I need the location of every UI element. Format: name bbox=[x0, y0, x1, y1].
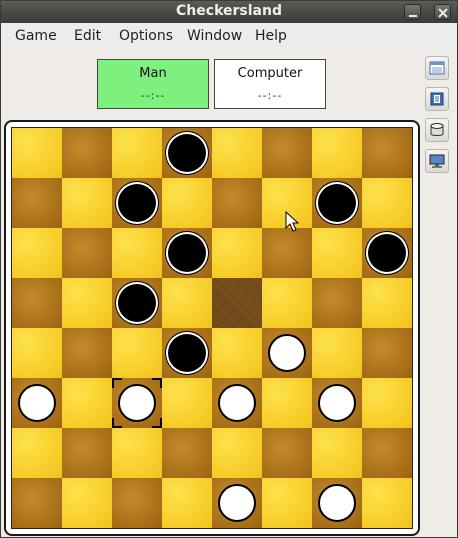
selection-bracket bbox=[112, 418, 122, 428]
app-window: Checkersland Game Edit Options Window He… bbox=[0, 0, 458, 538]
board-square[interactable] bbox=[312, 328, 362, 378]
white-piece[interactable] bbox=[218, 484, 256, 522]
board-square[interactable] bbox=[62, 178, 112, 228]
mouse-cursor-icon bbox=[285, 211, 300, 232]
board-square[interactable] bbox=[112, 128, 162, 178]
black-piece[interactable] bbox=[168, 234, 206, 272]
board-square[interactable] bbox=[162, 378, 212, 428]
black-piece[interactable] bbox=[368, 234, 406, 272]
board-square[interactable] bbox=[362, 128, 412, 178]
board-square[interactable] bbox=[362, 178, 412, 228]
close-button[interactable] bbox=[434, 4, 451, 20]
board-square[interactable] bbox=[112, 328, 162, 378]
white-piece[interactable] bbox=[18, 384, 56, 422]
board-square[interactable] bbox=[212, 328, 262, 378]
database-icon bbox=[430, 123, 444, 136]
display-button[interactable] bbox=[425, 149, 449, 173]
window-title: Checkersland bbox=[176, 3, 282, 19]
board-square[interactable] bbox=[162, 478, 212, 528]
board-square[interactable] bbox=[62, 428, 112, 478]
board-square[interactable] bbox=[12, 278, 62, 328]
board-square[interactable] bbox=[162, 428, 212, 478]
board-square[interactable] bbox=[362, 328, 412, 378]
board-square[interactable] bbox=[362, 428, 412, 478]
board-square[interactable] bbox=[12, 478, 62, 528]
board-square[interactable] bbox=[62, 478, 112, 528]
white-piece[interactable] bbox=[218, 384, 256, 422]
board-square[interactable] bbox=[312, 428, 362, 478]
board-square[interactable] bbox=[162, 278, 212, 328]
board-square[interactable] bbox=[212, 428, 262, 478]
board-square[interactable] bbox=[262, 428, 312, 478]
selection-bracket bbox=[152, 378, 162, 388]
board-square[interactable] bbox=[262, 478, 312, 528]
board-square[interactable] bbox=[62, 378, 112, 428]
menu-help[interactable]: Help bbox=[255, 28, 287, 44]
opening-book-button[interactable] bbox=[425, 87, 449, 111]
player-man-panel: Man --:-- bbox=[97, 59, 209, 109]
menu-bar: Game Edit Options Window Help bbox=[1, 23, 457, 49]
board-square[interactable] bbox=[62, 228, 112, 278]
menu-edit[interactable]: Edit bbox=[74, 28, 101, 44]
board-square[interactable] bbox=[162, 178, 212, 228]
selection-bracket bbox=[152, 418, 162, 428]
black-piece[interactable] bbox=[118, 284, 156, 322]
board-square[interactable] bbox=[12, 128, 62, 178]
black-piece[interactable] bbox=[118, 184, 156, 222]
black-piece[interactable] bbox=[168, 134, 206, 172]
monitor-icon bbox=[429, 154, 445, 168]
board-square[interactable] bbox=[312, 228, 362, 278]
board-square-highlighted[interactable] bbox=[212, 278, 262, 328]
close-icon bbox=[438, 8, 448, 18]
database-button[interactable] bbox=[425, 118, 449, 142]
board-square[interactable] bbox=[112, 478, 162, 528]
menu-options[interactable]: Options bbox=[119, 28, 173, 44]
book-icon bbox=[430, 92, 444, 106]
board-square[interactable] bbox=[12, 328, 62, 378]
board-square[interactable] bbox=[212, 128, 262, 178]
board-square[interactable] bbox=[262, 278, 312, 328]
board-square[interactable] bbox=[312, 278, 362, 328]
black-piece[interactable] bbox=[168, 334, 206, 372]
player-computer-clock: --:-- bbox=[257, 89, 283, 102]
player-man-name: Man bbox=[139, 66, 167, 81]
player-man-clock: --:-- bbox=[140, 89, 166, 102]
list-icon bbox=[429, 61, 445, 75]
board-square[interactable] bbox=[362, 478, 412, 528]
selection-bracket bbox=[112, 378, 122, 388]
player-computer-name: Computer bbox=[237, 66, 303, 81]
board-square[interactable] bbox=[62, 328, 112, 378]
white-piece[interactable] bbox=[118, 384, 156, 422]
board-square[interactable] bbox=[362, 378, 412, 428]
checkers-board[interactable] bbox=[11, 127, 413, 529]
title-bar[interactable]: Checkersland bbox=[1, 1, 457, 23]
black-piece[interactable] bbox=[318, 184, 356, 222]
white-piece[interactable] bbox=[318, 384, 356, 422]
board-square[interactable] bbox=[312, 128, 362, 178]
white-piece[interactable] bbox=[268, 334, 306, 372]
board-square[interactable] bbox=[62, 128, 112, 178]
board-square[interactable] bbox=[262, 228, 312, 278]
board-square[interactable] bbox=[362, 278, 412, 328]
menu-game[interactable]: Game bbox=[15, 28, 57, 44]
menu-window[interactable]: Window bbox=[187, 28, 242, 44]
board-square[interactable] bbox=[262, 378, 312, 428]
board-square[interactable] bbox=[262, 128, 312, 178]
player-computer-panel: Computer --:-- bbox=[214, 59, 326, 109]
board-square[interactable] bbox=[112, 228, 162, 278]
white-piece[interactable] bbox=[318, 484, 356, 522]
board-square[interactable] bbox=[12, 178, 62, 228]
board-square[interactable] bbox=[212, 178, 262, 228]
board-square[interactable] bbox=[62, 278, 112, 328]
board-square[interactable] bbox=[212, 228, 262, 278]
board-square[interactable] bbox=[12, 428, 62, 478]
move-list-button[interactable] bbox=[425, 56, 449, 80]
board-square[interactable] bbox=[112, 428, 162, 478]
board-square[interactable] bbox=[12, 228, 62, 278]
